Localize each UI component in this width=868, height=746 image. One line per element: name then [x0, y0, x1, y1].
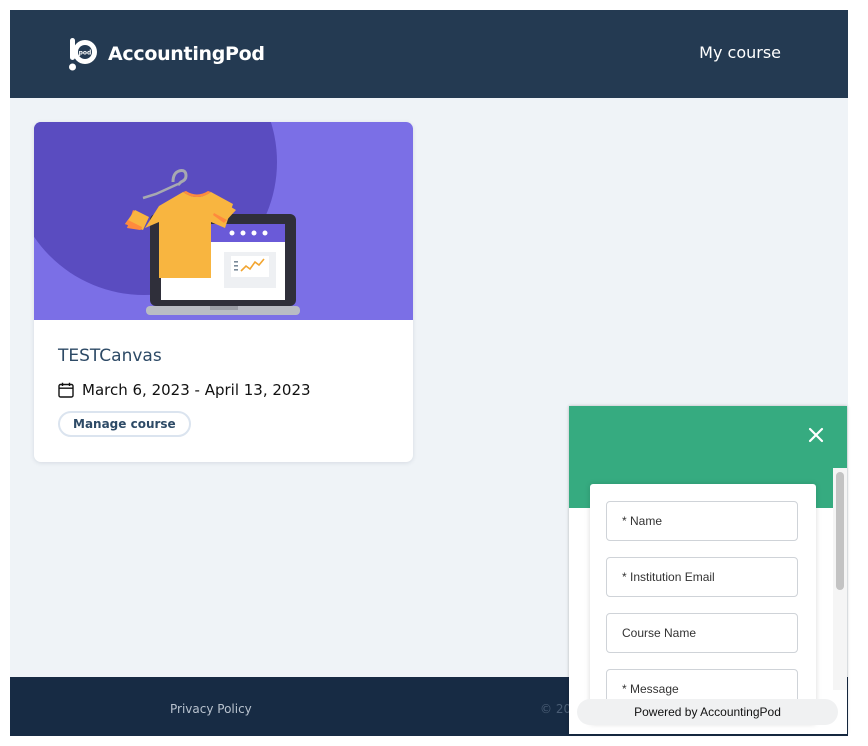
logo-mark-text: pod — [79, 50, 92, 57]
widget-scrollbar[interactable] — [833, 468, 847, 690]
accountingpod-logo-icon: pod — [69, 38, 97, 71]
brand-name: AccountingPod — [108, 43, 265, 65]
widget-scroll-thumb[interactable] — [836, 472, 844, 590]
course-title[interactable]: TESTCanvas — [58, 346, 162, 366]
contact-form — [590, 484, 816, 724]
nav-my-course-link[interactable]: My course — [699, 43, 781, 62]
course-date-row: March 6, 2023 - April 13, 2023 — [58, 380, 311, 400]
course-date-range: March 6, 2023 - April 13, 2023 — [82, 381, 311, 399]
close-icon[interactable] — [807, 426, 825, 444]
course-name-field[interactable] — [606, 613, 798, 653]
name-field[interactable] — [606, 501, 798, 541]
course-illustration-image — [34, 122, 413, 320]
manage-course-button[interactable]: Manage course — [58, 411, 191, 437]
calendar-icon — [58, 382, 74, 398]
powered-by-label: Powered by AccountingPod — [577, 699, 838, 725]
top-navbar: pod AccountingPod My course — [10, 10, 848, 98]
contact-form-widget: Powered by AccountingPod — [569, 406, 847, 734]
institution-email-field[interactable] — [606, 557, 798, 597]
privacy-policy-link[interactable]: Privacy Policy — [170, 702, 252, 716]
course-card[interactable]: TESTCanvas March 6, 2023 - April 13, 202… — [34, 122, 413, 462]
footer-copyright: © 20 — [540, 702, 572, 716]
brand-logo[interactable]: pod AccountingPod — [68, 36, 265, 72]
